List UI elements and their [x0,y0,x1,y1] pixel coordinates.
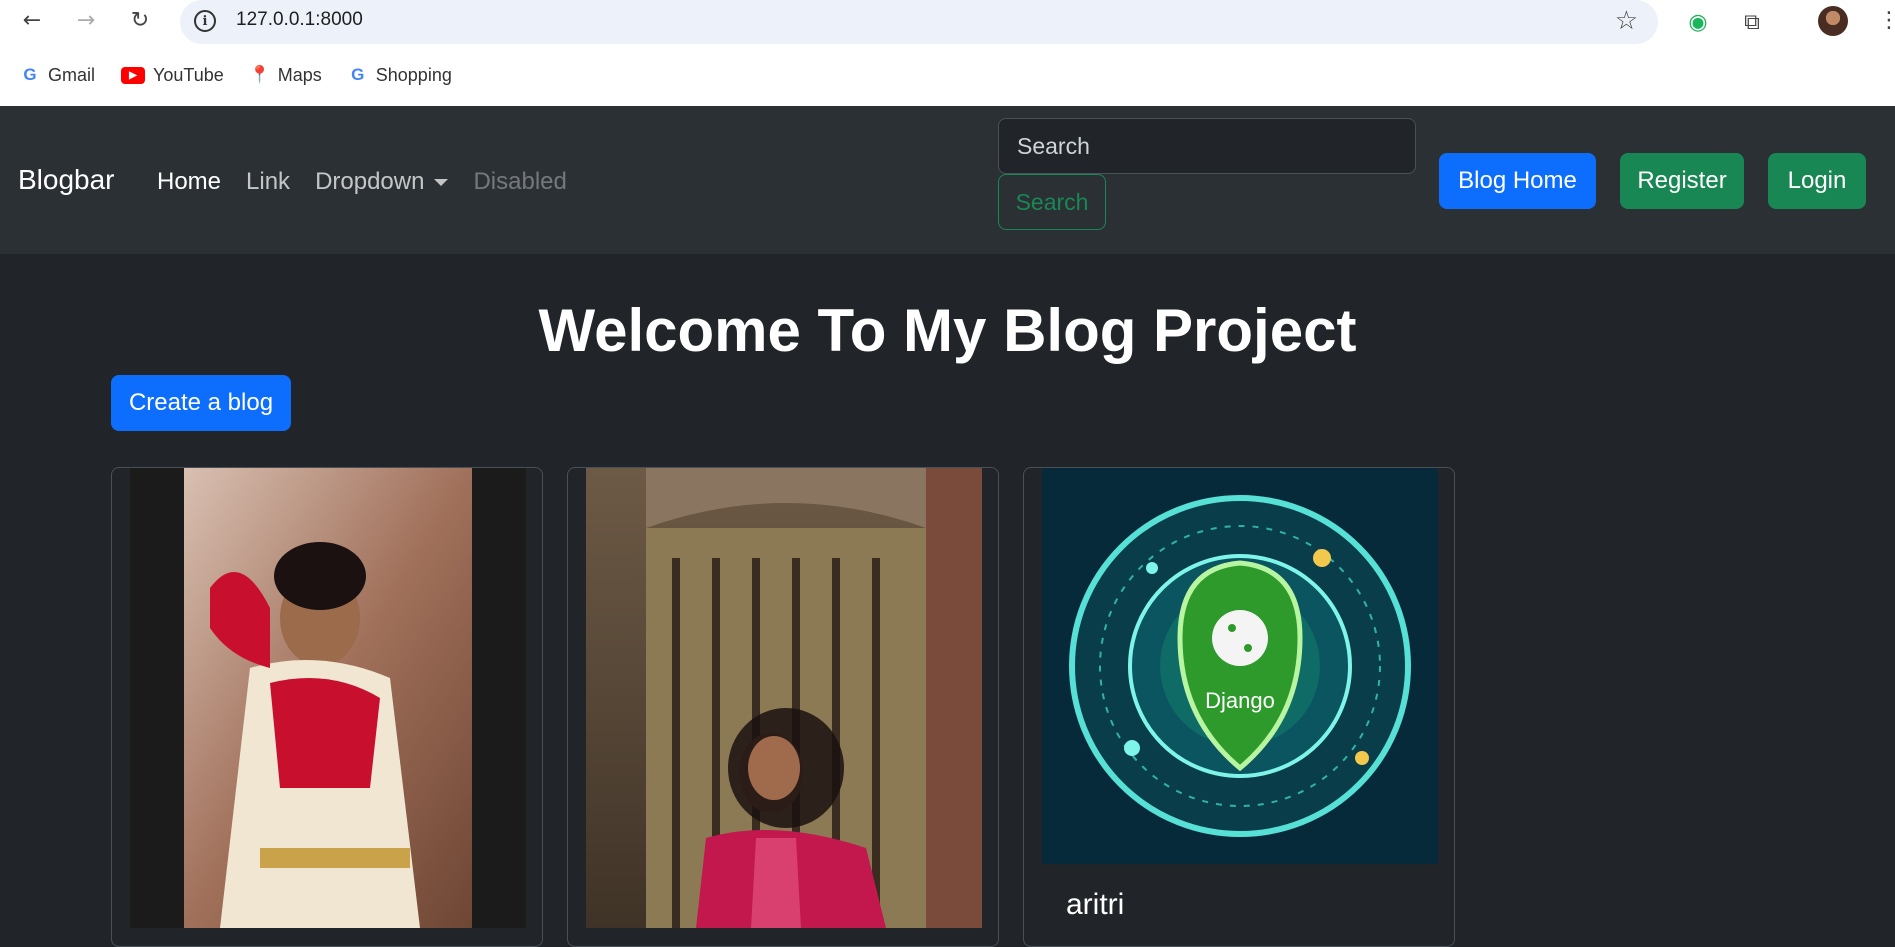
register-button[interactable]: Register [1620,153,1744,209]
nav-link-link[interactable]: Link [246,168,290,196]
bookmark-label: Shopping [375,64,452,85]
blog-card[interactable] [567,467,999,947]
bookmark-label: YouTube [153,64,224,85]
login-button[interactable]: Login [1768,153,1866,209]
site-info-icon[interactable]: i [194,10,216,32]
browser-chrome: ← → ↻ i 127.0.0.1:8000 ☆ ◉ ⧉ ⋮ G Gmail ▶… [0,0,1895,106]
blog-home-button[interactable]: Blog Home [1439,153,1596,209]
nav-dropdown-label: Dropdown [315,168,425,195]
blog-card[interactable] [111,467,543,947]
bookmark-maps[interactable]: 📍 Maps [249,64,322,86]
address-bar[interactable]: i 127.0.0.1:8000 ☆ [180,0,1658,44]
create-blog-button[interactable]: Create a blog [111,375,291,431]
navbar: Blogbar Home Link Dropdown Disabled Sear… [0,106,1895,254]
page-title: Welcome To My Blog Project [538,297,1357,364]
bookmark-label: Gmail [48,64,96,85]
forward-icon[interactable]: → [70,4,102,36]
back-icon[interactable]: ← [16,4,48,36]
google-icon: G [351,65,365,84]
navbar-brand[interactable]: Blogbar [18,164,115,196]
card-title[interactable]: aritri [1066,888,1124,922]
google-icon: G [23,65,37,84]
menu-kebab-icon[interactable]: ⋮ [1878,8,1895,33]
blog-image [586,468,982,928]
search-button[interactable]: Search [998,174,1106,230]
nav-links: Home Link Dropdown Disabled [157,168,567,196]
bookmark-star-icon[interactable]: ☆ [1615,6,1638,36]
eye-extension-icon[interactable]: ◉ [1682,6,1714,38]
caret-down-icon [434,179,449,187]
maps-icon: 📍 [249,65,271,84]
bookmarks-bar: G Gmail ▶ YouTube 📍 Maps G Shopping [0,58,452,92]
extensions-puzzle-icon[interactable]: ⧉ [1736,6,1768,38]
bookmark-gmail[interactable]: G Gmail [20,65,95,86]
nav-link-disabled: Disabled [473,168,567,195]
nav-dropdown[interactable]: Dropdown [315,168,449,196]
nav-link-home[interactable]: Home [157,168,221,196]
profile-avatar[interactable] [1818,6,1848,36]
bookmark-youtube[interactable]: ▶ YouTube [121,65,224,86]
search-input[interactable] [998,118,1416,174]
bookmark-shopping[interactable]: G Shopping [348,65,452,86]
django-text: Django [1205,688,1275,713]
blog-image: Django [1042,468,1438,864]
reload-icon[interactable]: ↻ [124,4,156,36]
blog-image [130,468,526,928]
main-content: Welcome To My Blog Project Create a blog [0,254,1895,947]
bookmark-label: Maps [277,64,322,85]
blog-card[interactable]: Django aritri [1023,467,1455,947]
youtube-icon: ▶ [121,66,146,84]
url-text[interactable]: 127.0.0.1:8000 [236,9,363,31]
